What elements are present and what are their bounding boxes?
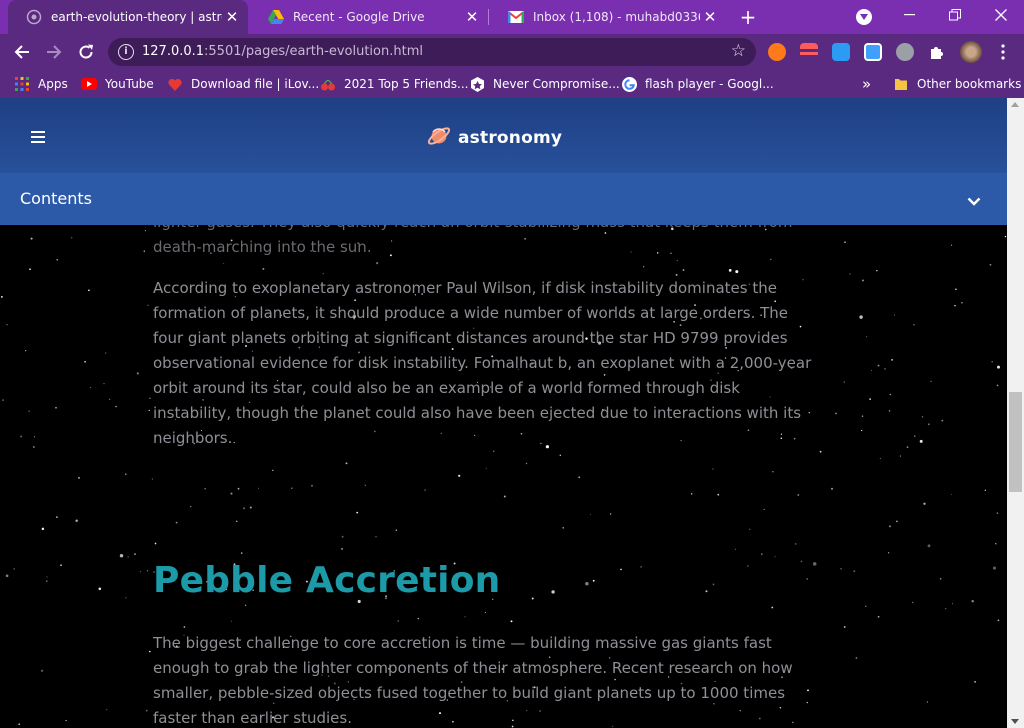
heart-icon — [167, 76, 183, 92]
minimize-icon[interactable] — [886, 0, 932, 30]
bookmark-apps[interactable]: Apps — [14, 76, 68, 92]
bookmarks-bar: Apps YouTube Download file | iLov... 202… — [0, 70, 1024, 98]
paragraph-line: death-marching into the sun. — [153, 238, 372, 256]
paragraph-line: faster than earlier studies. — [153, 709, 352, 727]
other-bookmarks[interactable]: Other bookmarks — [893, 76, 1021, 92]
globe-icon — [26, 9, 42, 25]
contents-label: Contents — [20, 189, 92, 208]
close-tab-icon[interactable]: ✕ — [700, 8, 720, 26]
tab-strip: earth-evolution-theory | astronom ✕ Rece… — [0, 0, 1024, 34]
paragraph-line: orbit around its star, could also be an … — [153, 379, 740, 397]
page-viewport: lighter gases. They also quickly reach a… — [0, 98, 1007, 728]
tab-title: Recent - Google Drive — [293, 10, 425, 24]
back-icon[interactable] — [10, 40, 34, 64]
scroll-thumb[interactable] — [1009, 392, 1022, 492]
browser-toolbar: i 127.0.0.1:5501/pages/earth-evolution.h… — [0, 34, 1024, 70]
tab-gmail-inbox[interactable]: Inbox (1,108) - muhabd0336@gm ✕ — [490, 0, 726, 34]
youtube-icon — [81, 76, 97, 92]
extension-cloud-icon[interactable] — [832, 43, 850, 61]
extension-screen-icon[interactable] — [864, 43, 882, 61]
page-scrollbar[interactable] — [1007, 98, 1024, 728]
scroll-up-icon[interactable] — [1011, 102, 1019, 107]
bookmark-never-compromise[interactable]: Never Compromise... — [469, 76, 620, 92]
tab-google-drive[interactable]: Recent - Google Drive ✕ — [250, 0, 488, 34]
bookmark-star-icon[interactable]: ☆ — [731, 41, 746, 61]
paragraph-line: enough to grab the lighter components of… — [153, 659, 793, 677]
badge-icon — [469, 76, 485, 92]
close-tab-icon[interactable]: ✕ — [222, 8, 242, 26]
menu-kebab-icon[interactable] — [991, 40, 1015, 64]
url-text: 127.0.0.1:5501/pages/earth-evolution.htm… — [142, 44, 423, 59]
disk-instability-paragraph: According to exoplanetary astronomer Pau… — [153, 276, 853, 451]
gmail-icon — [508, 9, 524, 25]
paragraph-line: The biggest challenge to core accretion … — [153, 634, 772, 652]
hamburger-menu-icon[interactable] — [31, 131, 45, 143]
restore-icon[interactable] — [932, 0, 978, 30]
paragraph-line: observational evidence for disk instabil… — [153, 354, 812, 372]
forward-icon[interactable] — [42, 40, 66, 64]
chevron-down-icon[interactable] — [967, 191, 981, 210]
more-bookmarks-icon[interactable]: » — [862, 75, 871, 93]
pebble-accretion-paragraph: The biggest challenge to core accretion … — [153, 631, 853, 728]
profile-avatar[interactable] — [960, 41, 982, 63]
bookmark-label: Never Compromise... — [493, 77, 620, 91]
bookmark-label: 2021 Top 5 Friends... — [344, 77, 469, 91]
bookmark-label: YouTube — [105, 77, 154, 91]
apps-grid-icon — [14, 76, 30, 92]
contents-toggle[interactable]: Contents — [0, 173, 1007, 225]
logo-text: astronomy — [458, 128, 563, 148]
google-icon — [621, 76, 637, 92]
folder-icon — [893, 76, 909, 92]
planet-logo-icon — [426, 123, 452, 153]
section-heading: Pebble Accretion — [153, 560, 501, 601]
site-info-icon[interactable]: i — [118, 44, 134, 60]
site-logo[interactable]: astronomy — [426, 123, 562, 153]
paragraph-line: four giant planets orbiting at significa… — [153, 329, 788, 347]
bookmark-top-5-friends[interactable]: 2021 Top 5 Friends... — [320, 76, 468, 92]
extensions-puzzle-icon[interactable] — [925, 40, 949, 64]
extension-infinity-icon[interactable] — [768, 43, 786, 61]
bookmark-label: Apps — [38, 77, 68, 91]
bookmark-label: Other bookmarks — [917, 77, 1022, 91]
new-tab-button[interactable]: + — [736, 5, 760, 29]
paragraph-line: formation of planets, it should produce … — [153, 304, 789, 322]
tab-earth-evolution[interactable]: earth-evolution-theory | astronom ✕ — [8, 0, 248, 34]
paragraph-line: neighbors. — [153, 429, 233, 447]
tab-search-icon[interactable] — [856, 9, 872, 25]
paragraph-line: According to exoplanetary astronomer Pau… — [153, 279, 777, 297]
cherry-icon — [320, 76, 336, 92]
paragraph-line: smaller, pebble-sized objects fused toge… — [153, 684, 786, 702]
paragraph-line: instability, though the planet could als… — [153, 404, 802, 422]
bookmark-youtube[interactable]: YouTube — [81, 76, 154, 92]
address-bar[interactable]: i 127.0.0.1:5501/pages/earth-evolution.h… — [108, 38, 756, 66]
tab-title: earth-evolution-theory | astronom — [51, 10, 222, 24]
reload-icon[interactable] — [74, 40, 98, 64]
extension-stripes-icon[interactable] — [800, 43, 818, 61]
bookmark-label: Download file | iLov... — [191, 77, 320, 91]
close-window-icon[interactable] — [978, 0, 1024, 30]
bookmark-ilovepdf[interactable]: Download file | iLov... — [167, 76, 319, 92]
bookmark-flash-player[interactable]: flash player - Googl... — [621, 76, 774, 92]
tab-separator — [488, 9, 489, 25]
bookmark-label: flash player - Googl... — [645, 77, 774, 91]
extension-globe-icon[interactable] — [896, 43, 914, 61]
site-header: astronomy — [0, 98, 1007, 173]
tab-title: Inbox (1,108) - muhabd0336@gm — [533, 10, 700, 24]
scroll-down-icon[interactable] — [1011, 719, 1019, 724]
google-drive-icon — [268, 9, 284, 25]
close-tab-icon[interactable]: ✕ — [462, 8, 482, 26]
